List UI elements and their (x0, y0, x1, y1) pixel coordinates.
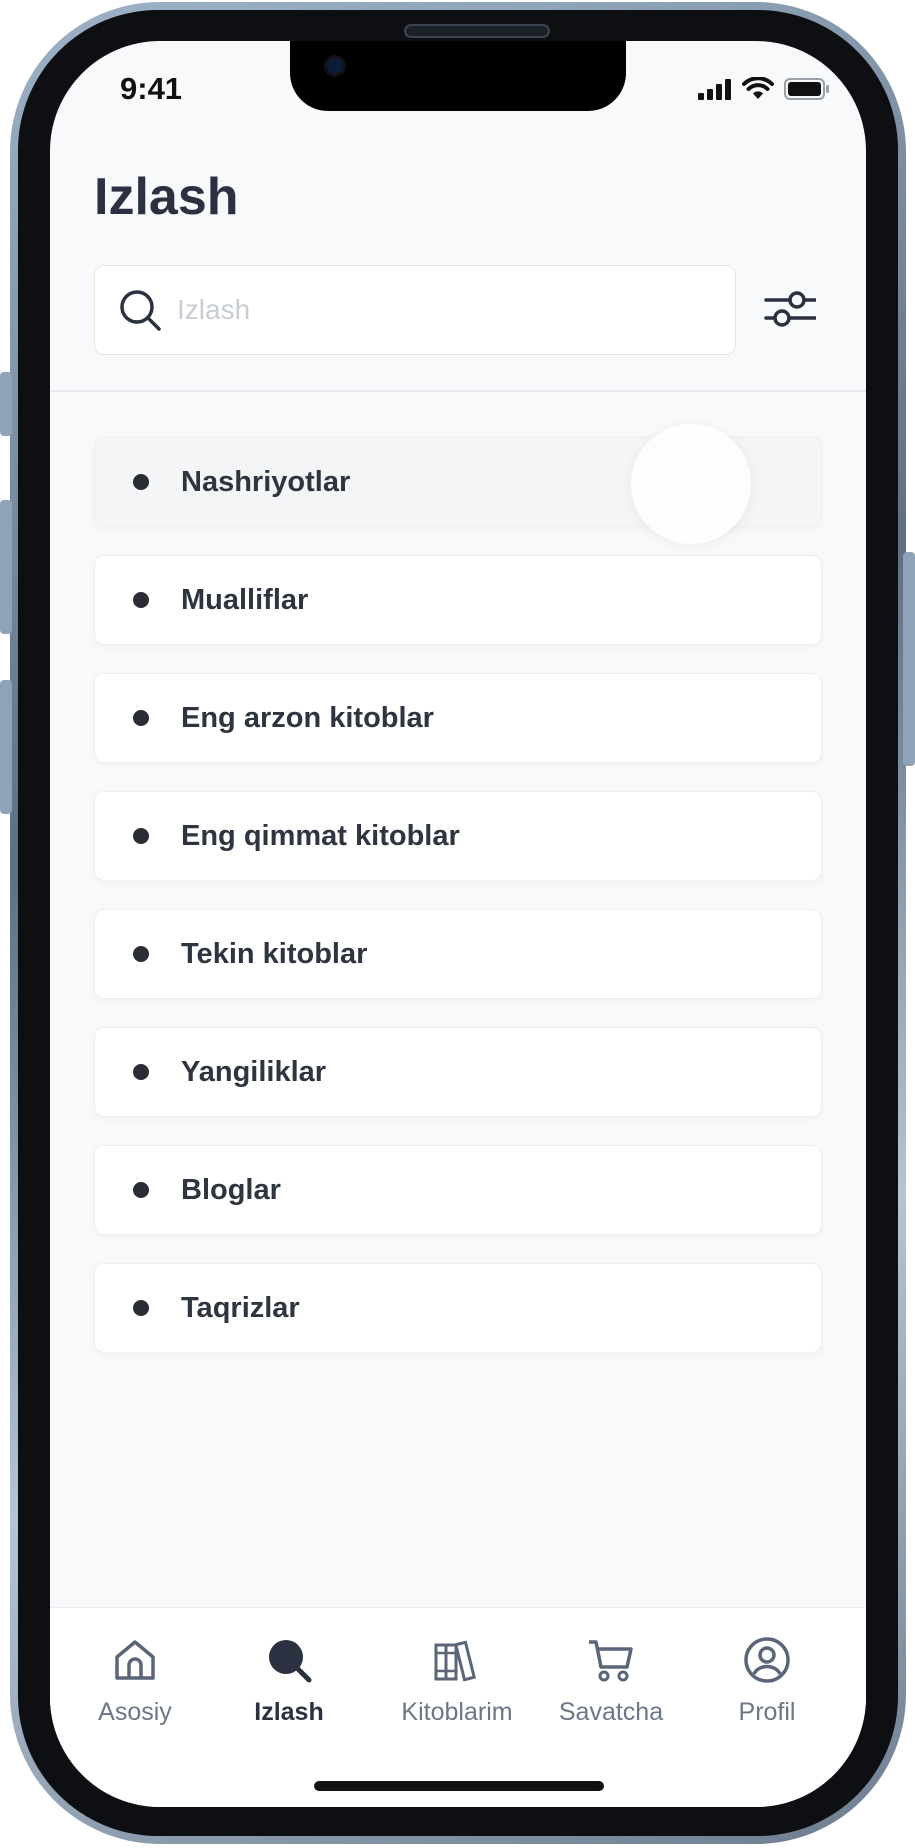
bullet (133, 474, 149, 490)
notch (290, 41, 626, 111)
books-icon (433, 1636, 481, 1684)
page-title: Izlash (94, 168, 239, 226)
bullet (133, 828, 149, 844)
status-time: 9:41 (120, 71, 183, 106)
search-icon (117, 287, 163, 333)
list-item-label: Nashriyotlar (181, 465, 351, 498)
list-item-tekin-kitoblar[interactable]: Tekin kitoblar (94, 909, 822, 999)
filter-button[interactable] (762, 283, 818, 339)
bottom-tab-bar: Asosiy Izlash Kitoblarim Savatcha Profil (50, 1607, 866, 1807)
header-divider (50, 390, 866, 392)
tab-izlash[interactable]: Izlash (214, 1636, 364, 1727)
tab-label: Profil (738, 1698, 796, 1726)
list-item-bloglar[interactable]: Bloglar (94, 1145, 822, 1235)
tab-label: Savatcha (558, 1698, 664, 1726)
list-item-mualliflar[interactable]: Mualliflar (94, 555, 822, 645)
cart-icon (587, 1636, 635, 1684)
volume-up-button (0, 500, 12, 634)
bullet (133, 710, 149, 726)
search-input[interactable] (177, 294, 657, 326)
bullet (133, 592, 149, 608)
home-indicator (314, 1781, 604, 1791)
status-icons (698, 76, 830, 106)
bullet (133, 1300, 149, 1316)
tab-label: Izlash (254, 1698, 324, 1726)
list-item-label: Bloglar (181, 1173, 281, 1206)
list-item-label: Taqrizlar (181, 1291, 300, 1324)
tab-asosiy[interactable]: Asosiy (60, 1636, 210, 1727)
list-item-label: Yangiliklar (181, 1055, 327, 1088)
list-item-label: Tekin kitoblar (181, 937, 368, 970)
volume-down-button (0, 680, 12, 814)
earpiece-speaker (404, 24, 550, 38)
list-item-eng-qimmat-kitoblar[interactable]: Eng qimmat kitoblar (94, 791, 822, 881)
bullet (133, 1064, 149, 1080)
tab-label: Asosiy (98, 1698, 172, 1726)
home-icon (111, 1636, 159, 1684)
list-item-yangiliklar[interactable]: Yangiliklar (94, 1027, 822, 1117)
tab-label: Kitoblarim (401, 1698, 513, 1726)
tab-profil[interactable]: Profil (692, 1636, 842, 1727)
battery-icon (784, 78, 830, 105)
cellular-signal-icon (698, 78, 732, 105)
silent-switch (0, 372, 12, 436)
profile-icon (743, 1636, 791, 1684)
list-item-eng-arzon-kitoblar[interactable]: Eng arzon kitoblar (94, 673, 822, 763)
tab-kitoblarim[interactable]: Kitoblarim (382, 1636, 532, 1727)
list-item-taqrizlar[interactable]: Taqrizlar (94, 1263, 822, 1353)
tab-savatcha[interactable]: Savatcha (536, 1636, 686, 1727)
touch-ripple (631, 424, 751, 544)
list-item-label: Eng arzon kitoblar (181, 701, 434, 734)
front-camera (324, 55, 346, 77)
bullet (133, 946, 149, 962)
list-item-label: Mualliflar (181, 583, 309, 616)
bullet (133, 1182, 149, 1198)
search-icon (265, 1636, 313, 1684)
list-item-label: Eng qimmat kitoblar (181, 819, 460, 852)
list-item-nashriyotlar[interactable]: Nashriyotlar (94, 424, 822, 544)
power-button (903, 552, 915, 766)
app-screen: 9:41 Izlash Izlash Nashriyotlar Muallifl… (50, 41, 866, 1807)
search-bar[interactable] (94, 265, 736, 355)
filter-sliders-icon (764, 287, 818, 336)
wifi-icon (742, 76, 774, 106)
category-list: Nashriyotlar Mualliflar Eng arzon kitobl… (94, 424, 822, 1381)
